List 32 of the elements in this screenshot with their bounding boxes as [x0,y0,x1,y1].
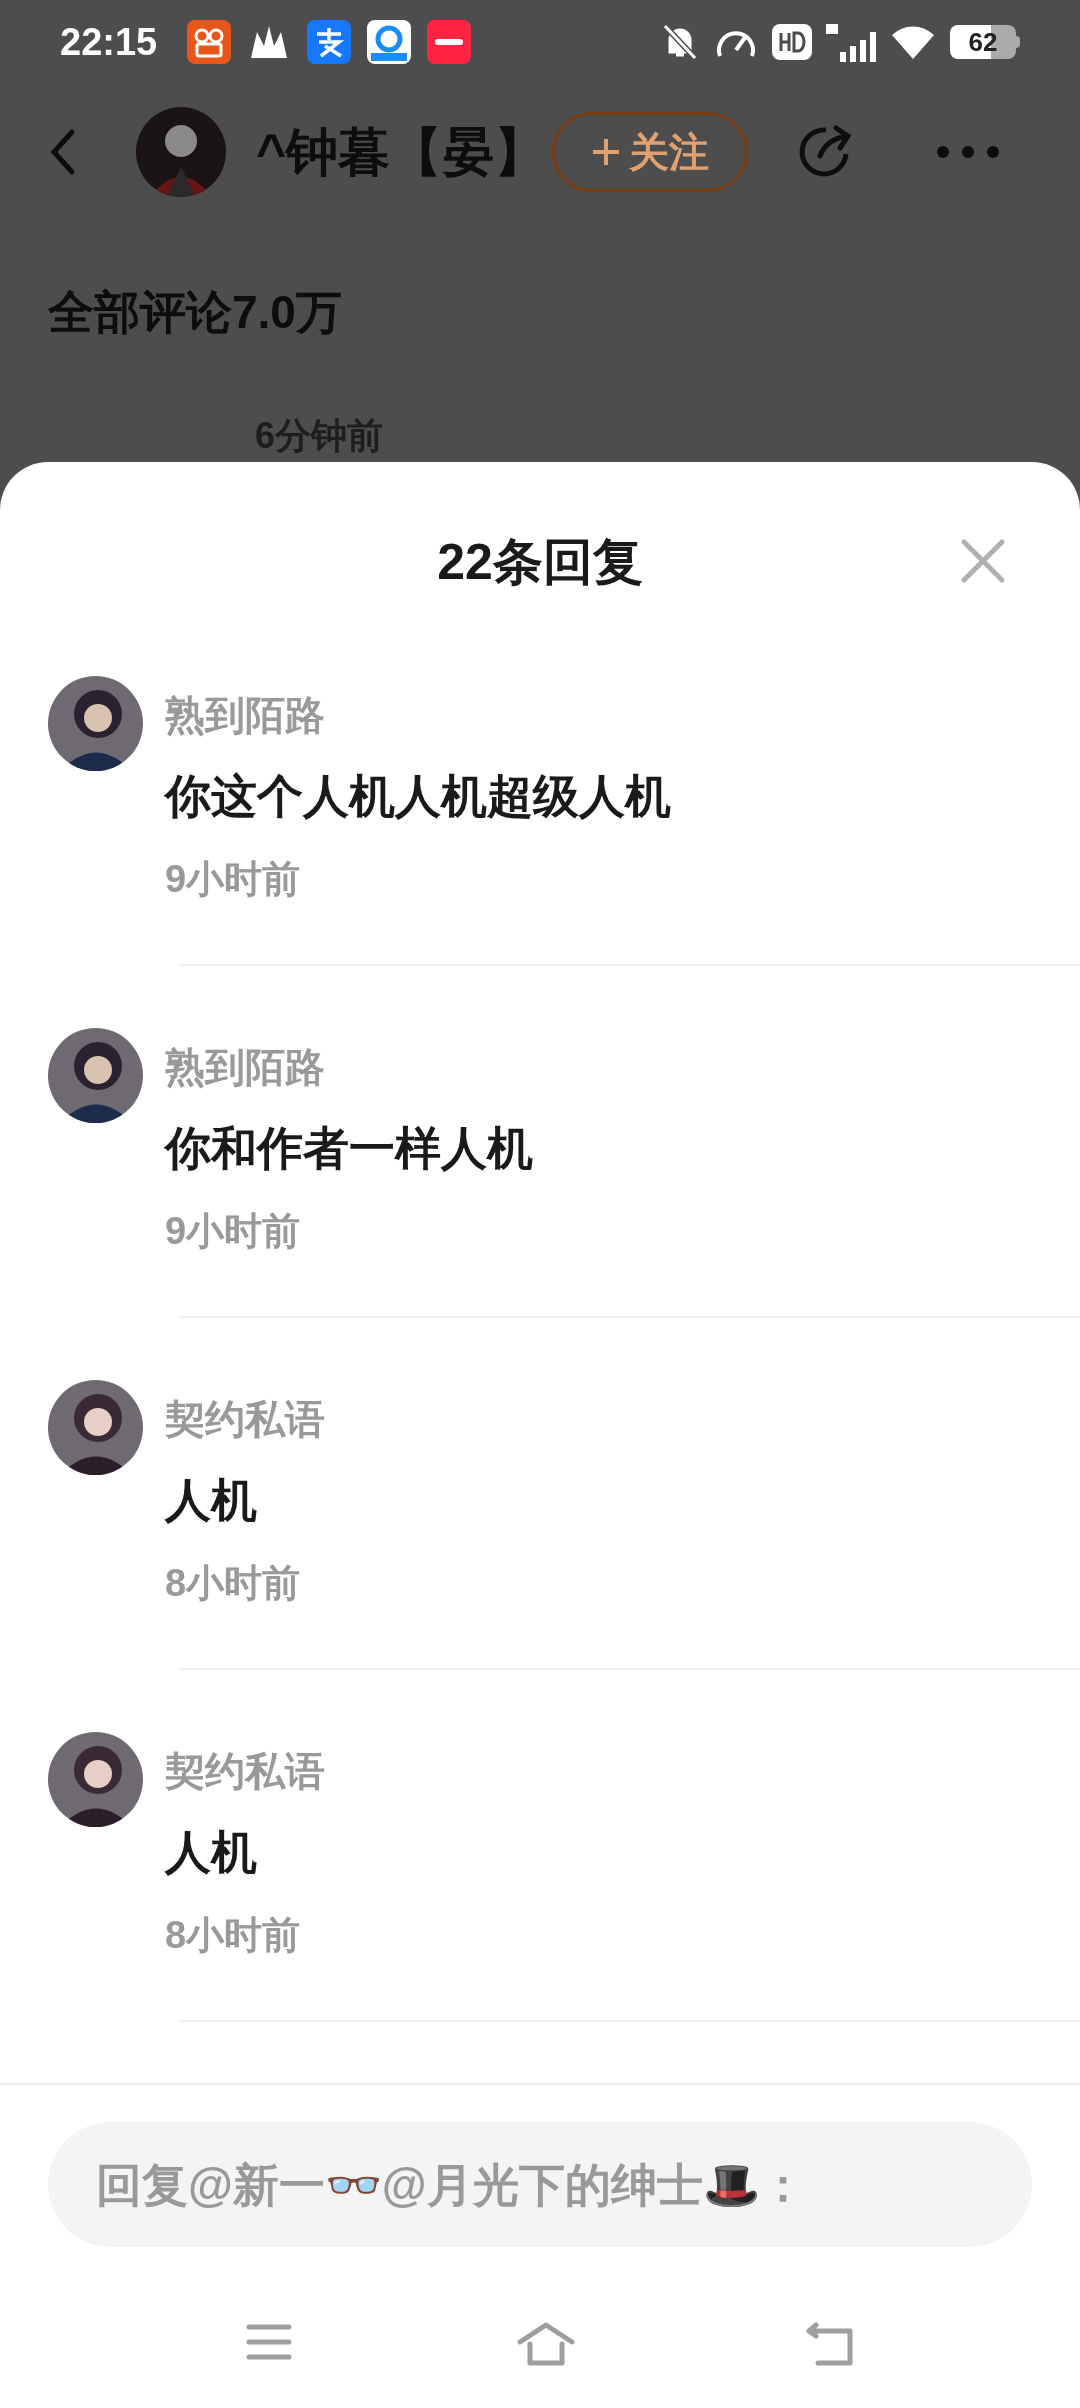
author-name: 熟到陌路 [165,1044,326,1091]
comment-time: 8小时前 [165,1561,302,1606]
signal-icon [826,22,876,62]
app-icon [187,20,232,64]
app-icon [307,20,352,64]
comment-text: 人机 [165,1825,258,1880]
sheet-title: 22条回复 [437,533,643,592]
reply-field[interactable]: 回复@新一👓@月光下的绅士🎩： [48,2122,1032,2247]
comment-text: 你和作者一样人机 [165,1121,533,1176]
hd-icon [772,24,812,60]
back-icon[interactable] [806,2322,856,2366]
home-icon[interactable] [516,2322,576,2366]
wifi-icon [890,23,936,61]
battery-level: 62 [950,25,1016,59]
close-icon[interactable] [960,538,1006,584]
user-name: ^钟暮【晏】 [256,122,547,183]
comment-text: 人机 [165,1473,258,1528]
comments-heading: 全部评论7.0万 [48,285,343,340]
comment-text: 你这个人机人机超级人机 [165,769,671,824]
menu-icon[interactable] [246,2322,292,2362]
status-time: 22:15 [60,19,158,65]
more-icon[interactable] [936,145,1000,159]
author-name: 契约私语 [165,1396,325,1443]
app-icon [367,20,412,64]
author-name: 契约私语 [165,1748,325,1795]
comment-time: 8小时前 [165,1913,302,1958]
app-icon [427,20,472,64]
plus-icon [591,137,621,167]
comment-time: 9小时前 [165,1209,302,1254]
comment-time: 9小时前 [165,857,302,902]
follow-button[interactable]: 关注 [552,112,748,192]
author-name: 熟到陌路 [165,692,326,739]
